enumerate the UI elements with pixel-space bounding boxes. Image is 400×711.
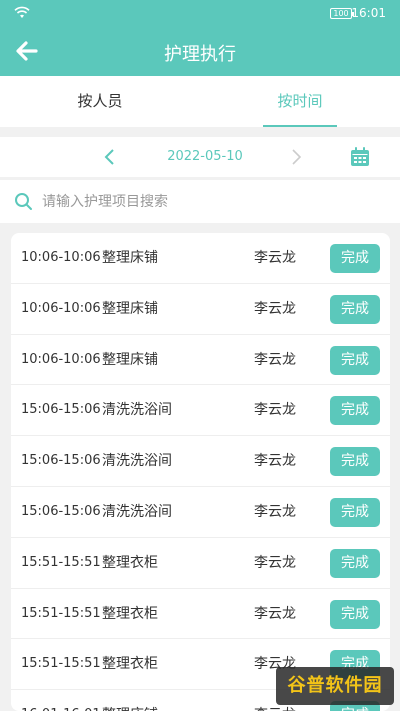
complete-button[interactable]: 完成 — [330, 497, 380, 527]
task-row: 15:06-15:06 清洗洗浴间 李云龙 完成 — [11, 385, 390, 437]
active-tab-underline — [263, 125, 337, 127]
complete-button[interactable]: 完成 — [330, 548, 380, 578]
task-row: 15:06-15:06 清洗洗浴间 李云龙 完成 — [11, 487, 390, 538]
task-item: 清洗洗浴间 — [102, 402, 172, 419]
tab-by-person[interactable]: 按人员 — [0, 76, 200, 127]
calendar-icon[interactable] — [349, 146, 371, 168]
task-time: 10:06-10:06 — [21, 250, 101, 265]
current-date: 2022-05-10 — [167, 149, 243, 164]
task-time: 10:06-10:06 — [21, 351, 101, 367]
task-person: 李云龙 — [254, 300, 296, 317]
task-time: 15:06-15:06 — [21, 503, 101, 519]
task-item: 整理床铺 — [102, 690, 158, 711]
task-item: 整理衣柜 — [102, 656, 158, 673]
task-item: 整理床铺 — [102, 250, 158, 266]
task-time: 15:51-15:51 — [21, 554, 101, 570]
complete-button[interactable]: 完成 — [330, 447, 380, 477]
task-time: 15:51-15:51 — [21, 605, 101, 621]
task-person: 李云龙 — [254, 453, 296, 470]
status-bar: 100 16:01 — [0, 0, 400, 27]
app-header: 护理执行 — [0, 27, 400, 76]
tab-bar: 按人员 按时间 — [0, 76, 400, 127]
task-person: 李云龙 — [254, 250, 296, 266]
task-person: 李云龙 — [254, 351, 296, 368]
task-row: 15:51-15:51 整理衣柜 李云龙 完成 — [11, 589, 390, 640]
task-row: 15:51-15:51 整理衣柜 李云龙 完成 — [11, 538, 390, 589]
task-person: 李云龙 — [254, 605, 296, 622]
task-person: 李云龙 — [254, 503, 296, 520]
task-row: 10:06-10:06 整理床铺 李云龙 完成 — [11, 284, 390, 335]
search-bar — [0, 180, 400, 223]
search-icon — [14, 192, 33, 211]
task-time: 15:51-15:51 — [21, 656, 101, 672]
battery-icon: 100 — [330, 8, 354, 19]
chevron-right-icon[interactable] — [288, 147, 304, 167]
tab-by-time[interactable]: 按时间 — [200, 76, 400, 127]
task-row: 10:06-10:06 整理床铺 李云龙 完成 — [11, 233, 390, 284]
complete-button[interactable]: 完成 — [330, 599, 380, 629]
task-item: 整理床铺 — [102, 300, 158, 317]
chevron-left-icon[interactable] — [102, 147, 118, 167]
tab-label: 按时间 — [277, 92, 323, 110]
task-item: 整理衣柜 — [102, 554, 158, 571]
task-time: 15:06-15:06 — [21, 453, 101, 469]
task-list: 10:06-10:06 整理床铺 李云龙 完成 10:06-10:06 整理床铺 李云龙 完成… — [11, 233, 390, 711]
complete-button[interactable]: 完成 — [330, 345, 380, 375]
task-row: 10:06-10:06 整理床铺 李云龙 完成 — [11, 335, 390, 386]
task-person: 李云龙 — [254, 402, 296, 419]
task-person: 李云龙 — [254, 554, 296, 571]
complete-button[interactable]: 完成 — [330, 244, 380, 273]
status-time: 16:01 — [351, 6, 386, 20]
page-title: 护理执行 — [164, 44, 236, 65]
task-time: 16:01-16:01 — [21, 690, 101, 711]
watermark-logo: 谷普软件园 — [276, 667, 394, 705]
tab-label: 按人员 — [77, 92, 123, 110]
search-input[interactable] — [42, 188, 382, 215]
task-item: 整理衣柜 — [102, 605, 158, 622]
task-item: 整理床铺 — [102, 351, 158, 368]
task-item: 清洗洗浴间 — [102, 503, 172, 520]
complete-button[interactable]: 完成 — [330, 294, 380, 324]
task-time: 15:06-15:06 — [21, 402, 101, 418]
task-time: 10:06-10:06 — [21, 300, 101, 316]
task-item: 清洗洗浴间 — [102, 453, 172, 470]
wifi-icon — [14, 6, 30, 22]
date-navigator: 2022-05-10 — [0, 137, 400, 177]
complete-button[interactable]: 完成 — [330, 396, 380, 426]
task-row: 15:06-15:06 清洗洗浴间 李云龙 完成 — [11, 436, 390, 487]
